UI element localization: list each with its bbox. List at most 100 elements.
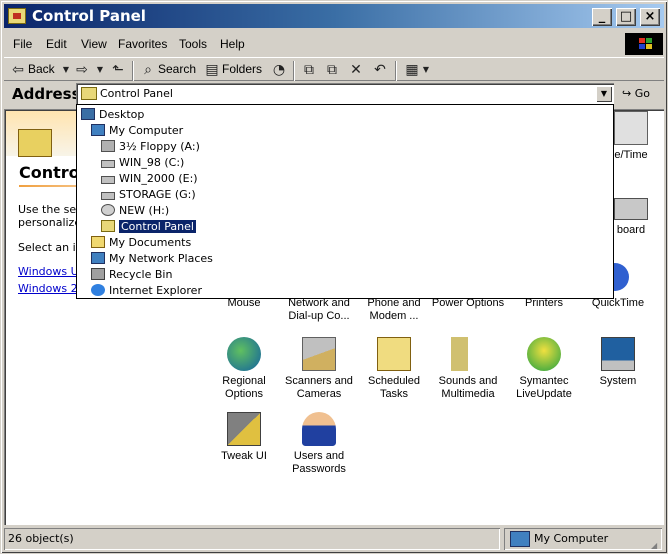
symantec-liveupdate-item[interactable]: Symantec LiveUpdate bbox=[504, 337, 584, 401]
item-label: Tweak UI bbox=[221, 450, 267, 462]
zone-panel: My Computer bbox=[504, 528, 662, 550]
item-label: Sounds and bbox=[438, 375, 498, 387]
desktop-icon bbox=[81, 108, 95, 120]
forward-arrow-icon[interactable]: ⇨ bbox=[74, 62, 90, 78]
phone-modem-item[interactable]: Phone and Modem ... bbox=[354, 297, 434, 323]
control-panel-icon bbox=[101, 220, 115, 232]
toolbar-separator bbox=[132, 61, 134, 81]
hard-drive-icon bbox=[101, 160, 115, 168]
dropdown-item-win2000[interactable]: WIN_2000 (E:) bbox=[101, 171, 198, 187]
search-button[interactable]: Search bbox=[158, 62, 196, 76]
folders-icon[interactable]: ▤ bbox=[204, 62, 220, 78]
minimize-button[interactable]: _ bbox=[592, 8, 612, 26]
dropdown-item-label: WIN_2000 (E:) bbox=[119, 172, 198, 185]
dropdown-item-label: My Network Places bbox=[109, 252, 213, 265]
windows-logo-icon bbox=[625, 33, 663, 55]
pane-description-line-1: Use the sett bbox=[18, 203, 78, 216]
dropdown-item-label: My Computer bbox=[109, 124, 184, 137]
close-button[interactable]: × bbox=[640, 8, 660, 26]
users-passwords-item[interactable]: Users and Passwords bbox=[279, 412, 359, 476]
up-folder-icon[interactable]: ⬑ bbox=[110, 62, 126, 78]
banner bbox=[6, 111, 81, 157]
dropdown-item-my-computer[interactable]: My Computer bbox=[91, 123, 183, 139]
hard-drive-icon bbox=[101, 192, 115, 200]
regional-options-item[interactable]: Regional Options bbox=[204, 337, 284, 401]
item-label-line-2: Dial-up Co... bbox=[288, 310, 350, 322]
dropdown-item-network-places[interactable]: My Network Places bbox=[91, 251, 213, 267]
dropdown-item-control-panel[interactable]: Control Panel bbox=[101, 219, 197, 235]
control-panel-icon bbox=[18, 129, 52, 157]
maximize-button[interactable]: □ bbox=[616, 8, 636, 26]
dropdown-item-label: Desktop bbox=[99, 108, 145, 121]
item-label-line-2: Multimedia bbox=[441, 388, 495, 400]
windows-update-link[interactable]: Windows Up bbox=[18, 265, 78, 278]
menu-help[interactable]: Help bbox=[220, 37, 245, 51]
item-label: Scanners and bbox=[285, 375, 353, 387]
back-dropdown-icon[interactable]: ▼ bbox=[58, 62, 74, 78]
folders-button[interactable]: Folders bbox=[222, 62, 262, 76]
menu-favorites[interactable]: Favorites bbox=[118, 37, 167, 51]
title-bar[interactable]: Control Panel _ □ × bbox=[4, 4, 664, 28]
item-label: System bbox=[599, 375, 637, 387]
dropdown-item-label: Recycle Bin bbox=[109, 268, 173, 281]
keyboard-icon bbox=[614, 198, 648, 220]
item-label-line-2: LiveUpdate bbox=[516, 388, 572, 400]
item-label-line-2: Options bbox=[225, 388, 263, 400]
views-dropdown-icon[interactable]: ▼ bbox=[418, 62, 434, 78]
back-arrow-icon[interactable]: ⇦ bbox=[10, 62, 26, 78]
menu-view[interactable]: View bbox=[81, 37, 107, 51]
menu-edit[interactable]: Edit bbox=[46, 37, 67, 51]
forward-dropdown-icon[interactable]: ▼ bbox=[92, 62, 108, 78]
item-label: Scheduled bbox=[368, 375, 420, 387]
dropdown-item-floppy[interactable]: 3½ Floppy (A:) bbox=[101, 139, 200, 155]
tweak-ui-item[interactable]: Tweak UI bbox=[204, 412, 284, 463]
dropdown-item-my-documents[interactable]: My Documents bbox=[91, 235, 191, 251]
back-button[interactable]: Back bbox=[28, 62, 55, 76]
status-bar: 26 object(s) My Computer bbox=[4, 528, 664, 550]
go-label: Go bbox=[634, 87, 650, 100]
history-icon[interactable]: ◔ bbox=[271, 62, 287, 78]
go-button[interactable]: ↪ Go bbox=[622, 87, 650, 100]
item-label: Symantec bbox=[519, 375, 569, 387]
zone-label: My Computer bbox=[534, 532, 609, 545]
toolbar-separator bbox=[293, 61, 295, 81]
resize-grip[interactable]: ◢ bbox=[651, 541, 657, 550]
scanners-cameras-item[interactable]: Scanners and Cameras bbox=[279, 337, 359, 401]
control-panel-window: Control Panel _ □ × File Edit View Favor… bbox=[0, 0, 668, 554]
windows-2000-link[interactable]: Windows 20 bbox=[18, 282, 78, 295]
undo-icon[interactable]: ↶ bbox=[372, 62, 388, 78]
search-icon[interactable]: ⌕ bbox=[140, 62, 156, 78]
speaker-icon bbox=[451, 337, 485, 371]
address-dropdown-button[interactable]: ▼ bbox=[596, 86, 612, 102]
menu-tools[interactable]: Tools bbox=[179, 37, 207, 51]
dropdown-item-label: NEW (H:) bbox=[119, 204, 170, 217]
network-dialup-item[interactable]: Network and Dial-up Co... bbox=[279, 297, 359, 323]
dropdown-item-recycle-bin[interactable]: Recycle Bin bbox=[91, 267, 172, 283]
control-panel-icon bbox=[81, 87, 97, 100]
system-item[interactable]: System bbox=[578, 337, 658, 388]
dropdown-item-storage[interactable]: STORAGE (G:) bbox=[101, 187, 196, 203]
address-value: Control Panel bbox=[100, 87, 173, 100]
liveupdate-icon bbox=[527, 337, 561, 371]
computer-icon bbox=[510, 531, 530, 547]
dropdown-item-label: WIN_98 (C:) bbox=[119, 156, 185, 169]
toolbar: ⇦ Back ▼ ⇨ ▼ ⬑ ⌕ Search ▤ Folders ◔ ⧉ ⧉ … bbox=[4, 57, 664, 81]
menu-file[interactable]: File bbox=[13, 37, 32, 51]
floppy-drive-icon bbox=[101, 140, 115, 152]
move-to-icon[interactable]: ⧉ bbox=[301, 62, 317, 78]
dropdown-item-label: STORAGE (G:) bbox=[119, 188, 196, 201]
dropdown-item-desktop[interactable]: Desktop bbox=[81, 107, 144, 123]
pane-description: Use the sett personalize bbox=[18, 203, 78, 229]
globe-icon bbox=[227, 337, 261, 371]
item-label: Users and bbox=[293, 450, 345, 462]
copy-to-icon[interactable]: ⧉ bbox=[324, 62, 340, 78]
item-label-line-2: Cameras bbox=[296, 388, 342, 400]
scheduled-tasks-item[interactable]: Scheduled Tasks bbox=[354, 337, 434, 401]
dropdown-item-win98[interactable]: WIN_98 (C:) bbox=[101, 155, 184, 171]
calendar-icon bbox=[614, 111, 648, 145]
address-input[interactable]: Control Panel ▼ bbox=[76, 83, 614, 105]
delete-icon[interactable]: ✕ bbox=[348, 62, 364, 78]
dropdown-item-new[interactable]: NEW (H:) bbox=[101, 203, 169, 219]
sounds-multimedia-item[interactable]: Sounds and Multimedia bbox=[428, 337, 508, 401]
dropdown-item-internet-explorer[interactable]: Internet Explorer bbox=[91, 283, 202, 299]
